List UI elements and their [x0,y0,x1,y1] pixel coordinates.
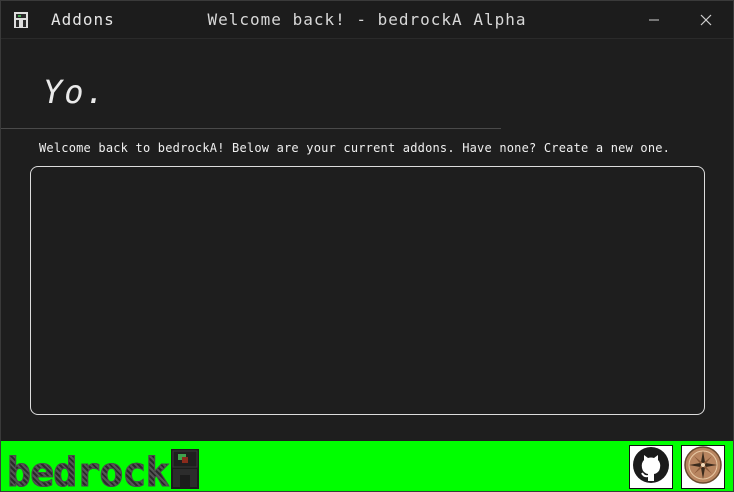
github-button[interactable] [629,445,673,489]
addons-list[interactable] [30,166,705,415]
heading-divider [1,128,501,129]
compass-button[interactable] [681,445,725,489]
minimize-icon [648,11,660,30]
welcome-message: Welcome back to bedrockA! Below are your… [39,141,671,155]
footer-bar: bedrock [1,441,733,492]
app-window: Addons Welcome back! - bedrockA Alpha Yo… [0,0,734,492]
minimize-button[interactable] [631,1,677,39]
title-bar[interactable]: Addons Welcome back! - bedrockA Alpha [1,1,733,39]
brand-logo: bedrock [7,449,199,492]
github-icon [632,446,670,488]
close-icon [700,11,712,30]
addons-menu[interactable]: Addons [51,10,115,29]
page-heading: Yo. [43,73,107,111]
close-button[interactable] [683,1,729,39]
app-icon [13,11,29,29]
compass-icon [684,446,722,488]
brand-text: bedrock [7,450,171,492]
brand-mark-icon [170,449,199,491]
